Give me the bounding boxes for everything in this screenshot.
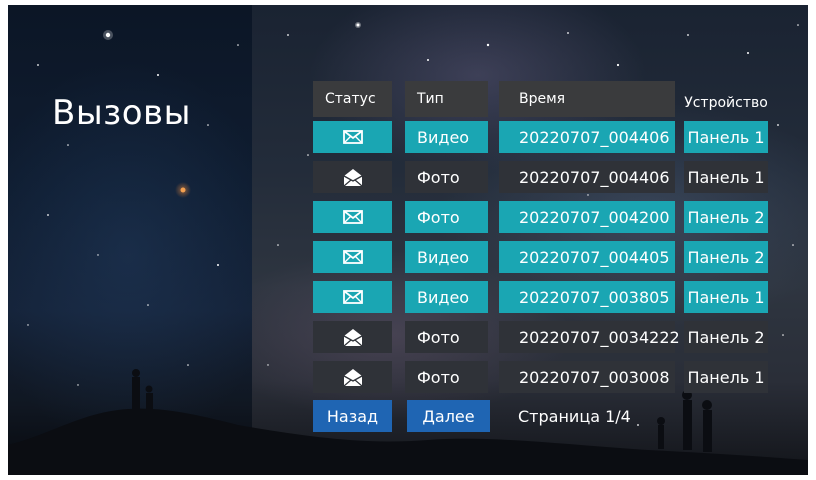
type-cell[interactable]: Фото <box>405 361 488 393</box>
header-status: Статус <box>313 81 392 117</box>
device-cell[interactable]: Панель 2 <box>684 241 768 273</box>
type-cell[interactable]: Видео <box>405 281 488 313</box>
page-indicator: Страница 1/4 <box>518 406 631 426</box>
type-cell[interactable]: Фото <box>405 321 488 353</box>
time-cell[interactable]: 20220707_003008 <box>499 361 675 393</box>
device-cell[interactable]: Панель 2 <box>684 201 768 233</box>
page-title: Вызовы <box>52 93 191 133</box>
status-cell[interactable] <box>313 121 392 153</box>
status-cell[interactable] <box>313 161 392 193</box>
envelope-closed-icon <box>342 130 363 144</box>
header-time: Время <box>499 81 675 117</box>
envelope-closed-icon <box>342 250 363 264</box>
left-panel <box>8 5 252 475</box>
time-cell[interactable]: 20220707_004406 <box>499 161 675 193</box>
back-button[interactable]: Назад <box>313 400 392 432</box>
type-cell[interactable]: Фото <box>405 201 488 233</box>
type-cell[interactable]: Фото <box>405 161 488 193</box>
header-device: Устройство <box>684 95 768 111</box>
envelope-open-icon <box>343 329 362 347</box>
time-cell[interactable]: 20220707_003805 <box>499 281 675 313</box>
envelope-open-icon <box>343 369 362 387</box>
device-cell[interactable]: Панель 1 <box>684 281 768 313</box>
device-frame: Вызовы Статус Тип Время Устройство Видео… <box>0 0 816 480</box>
status-cell[interactable] <box>313 321 392 353</box>
device-cell[interactable]: Панель 2 <box>684 321 768 353</box>
time-cell[interactable]: 20220707_004406 <box>499 121 675 153</box>
envelope-closed-icon <box>342 290 363 304</box>
screen: Вызовы Статус Тип Время Устройство Видео… <box>8 5 808 475</box>
status-cell[interactable] <box>313 201 392 233</box>
device-cell[interactable]: Панель 1 <box>684 361 768 393</box>
header-type: Тип <box>405 81 488 117</box>
next-button[interactable]: Далее <box>407 400 490 432</box>
status-cell[interactable] <box>313 241 392 273</box>
device-cell[interactable]: Панель 1 <box>684 161 768 193</box>
time-cell[interactable]: 20220707_004405 <box>499 241 675 273</box>
time-cell[interactable]: 20220707_0034222 <box>499 321 680 353</box>
type-cell[interactable]: Видео <box>405 241 488 273</box>
device-cell[interactable]: Панель 1 <box>684 121 768 153</box>
status-cell[interactable] <box>313 281 392 313</box>
envelope-open-icon <box>343 169 362 187</box>
type-cell[interactable]: Видео <box>405 121 488 153</box>
envelope-closed-icon <box>342 210 363 224</box>
time-cell[interactable]: 20220707_004200 <box>499 201 675 233</box>
status-cell[interactable] <box>313 361 392 393</box>
